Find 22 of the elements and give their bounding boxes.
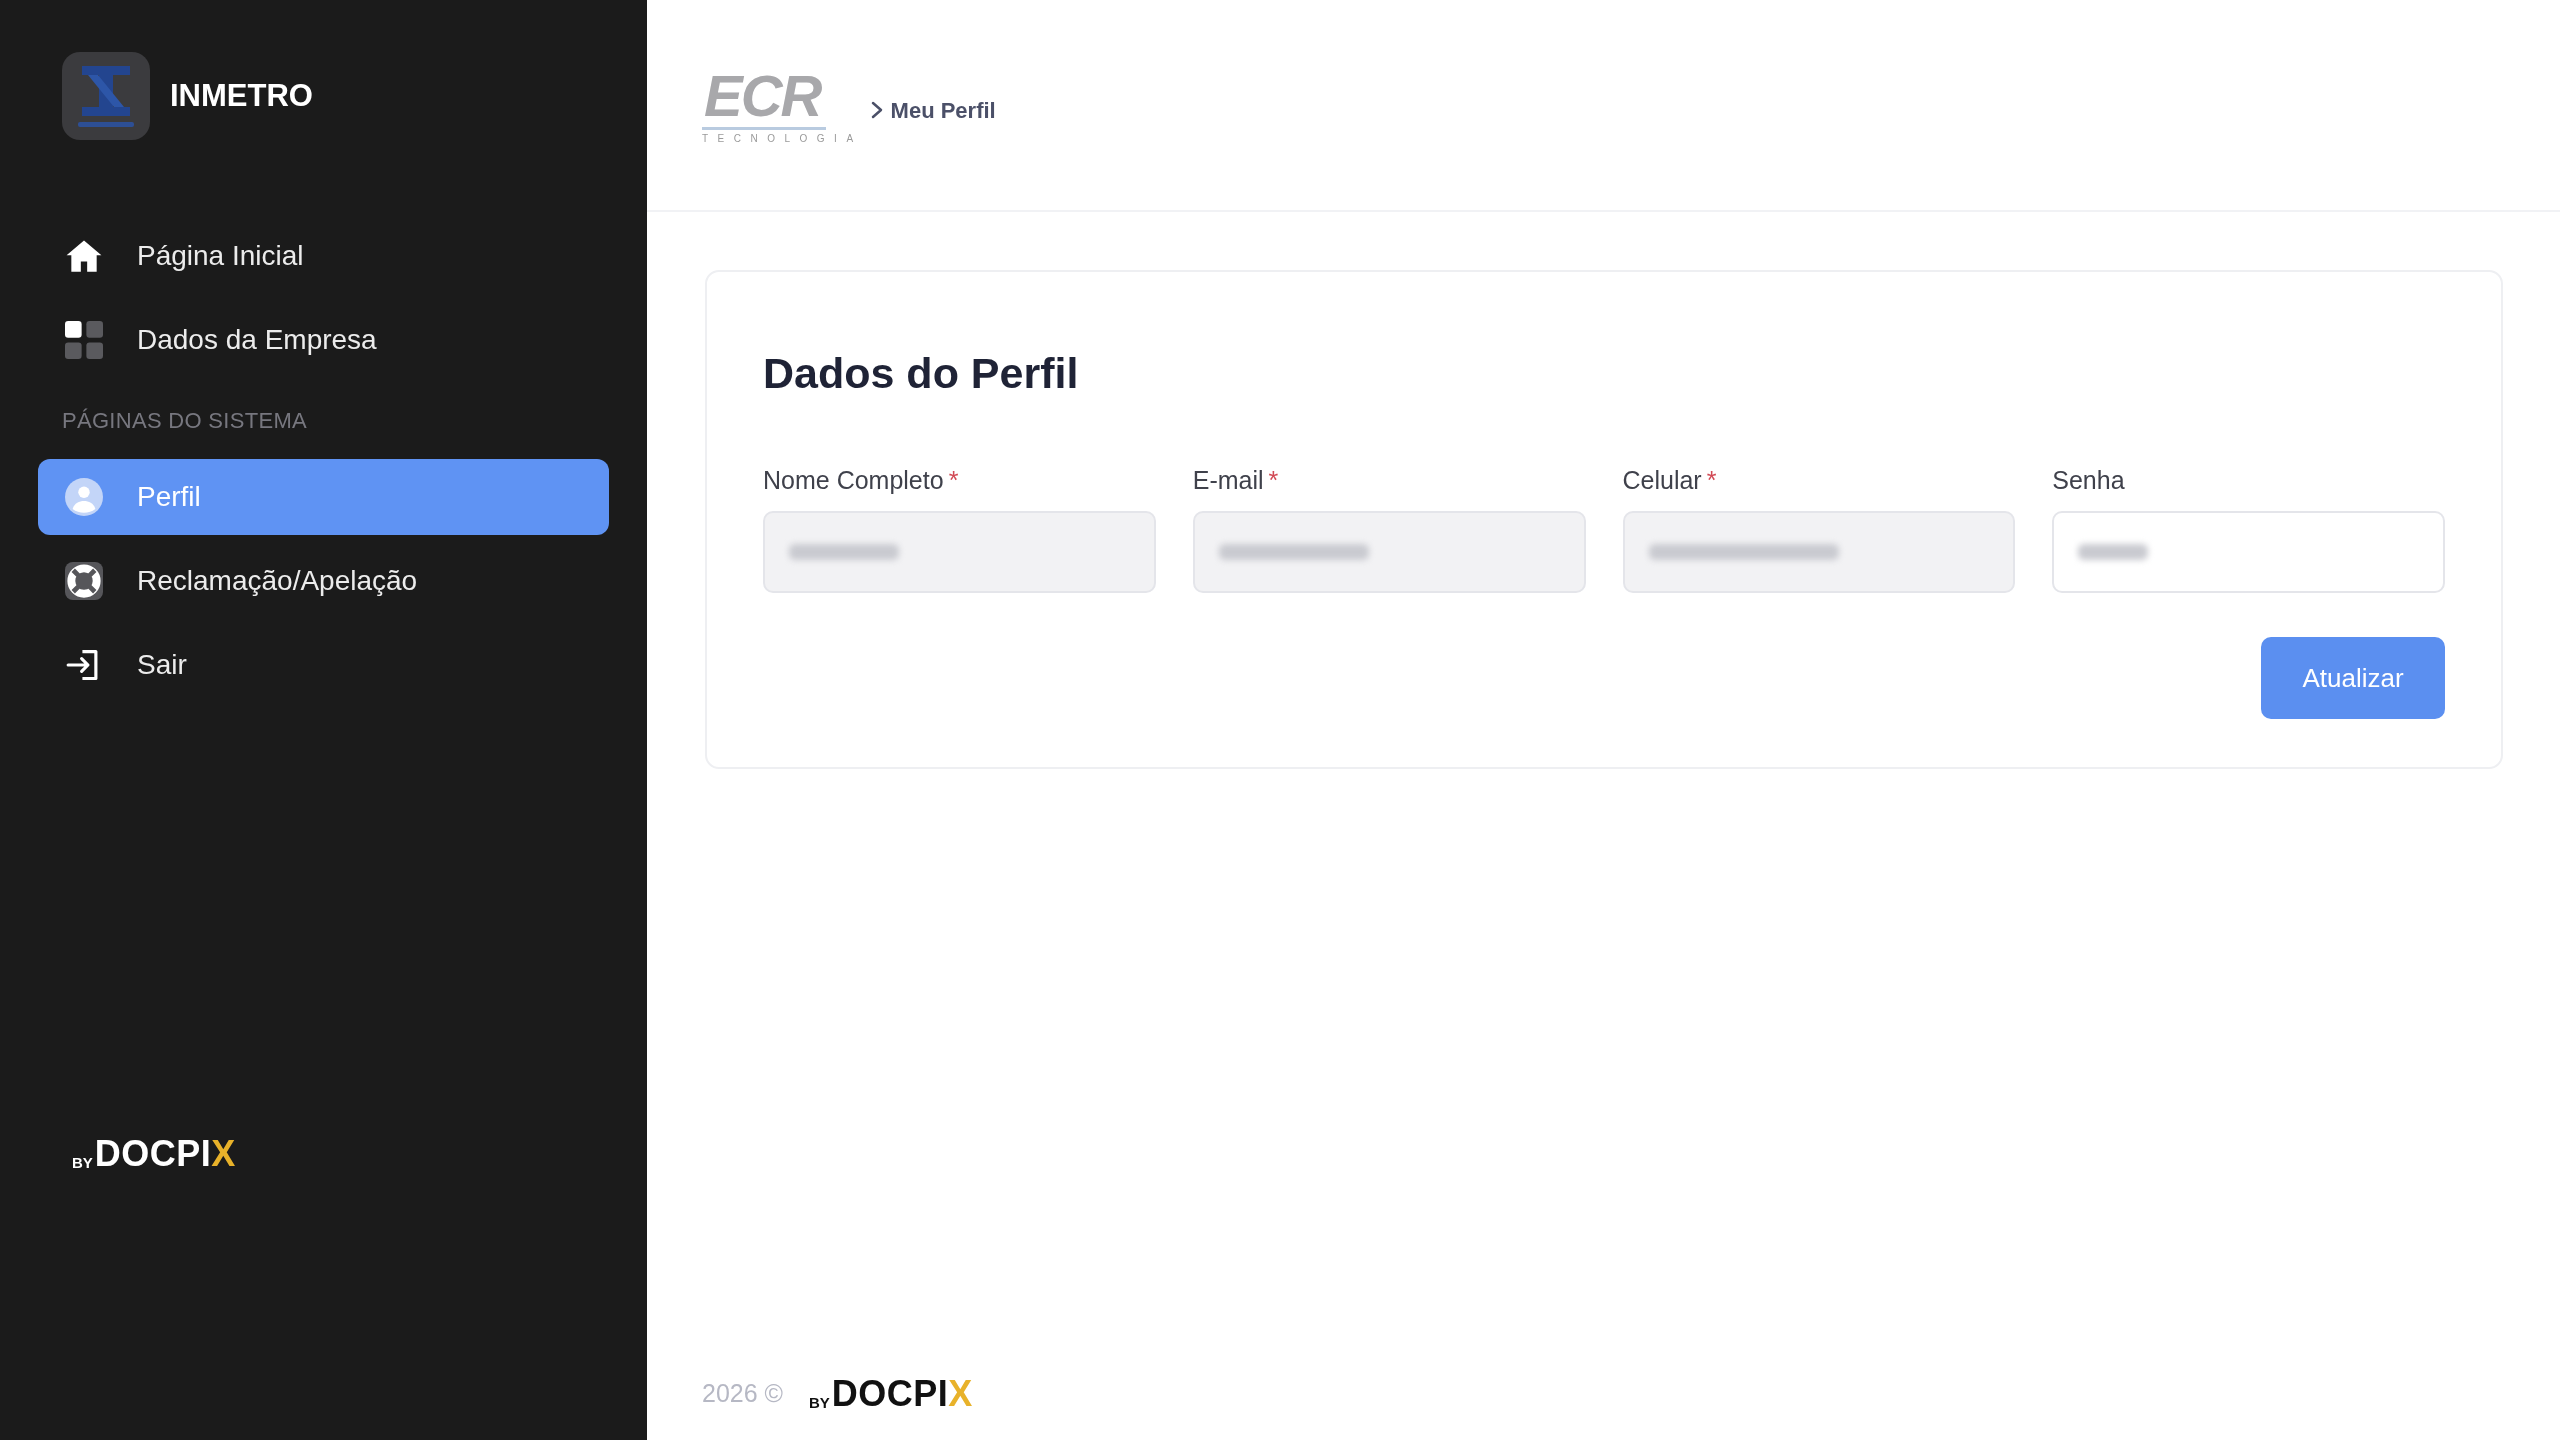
ecr-logo: ECR TECNOLOGIA <box>702 66 863 144</box>
field-label: Celular * <box>1622 465 1718 496</box>
brand-name: INMETRO <box>170 76 313 115</box>
grid-icon <box>65 321 103 359</box>
section-heading: PÁGINAS DO SISTEMA <box>62 407 307 435</box>
inmetro-logo-icon <box>62 52 150 140</box>
breadcrumb-current: Meu Perfil <box>890 96 996 125</box>
field-label: Nome Completo * <box>763 465 960 496</box>
lifebuoy-icon <box>65 562 103 600</box>
docpix-logo: BY DOCPIX <box>809 1376 973 1412</box>
sidebar-item[interactable]: Dados da Empresa <box>38 302 609 378</box>
sidebar-item[interactable]: Página Inicial <box>38 218 609 294</box>
sidebar-item[interactable]: Sair <box>38 627 609 703</box>
field-label: E-mail * <box>1192 465 1280 496</box>
sidebar-item[interactable]: Reclamação/Apelação <box>38 543 609 619</box>
field-label: Senha <box>2052 465 2126 496</box>
chevron-right-icon <box>870 101 883 119</box>
input-field[interactable] <box>2052 511 2445 594</box>
user-circle-icon <box>65 478 103 516</box>
docpix-logo: BY DOCPIX <box>72 1136 236 1172</box>
copyright-text: 2026 © <box>702 1377 783 1409</box>
card-title: Dados do Perfil <box>763 350 1080 398</box>
